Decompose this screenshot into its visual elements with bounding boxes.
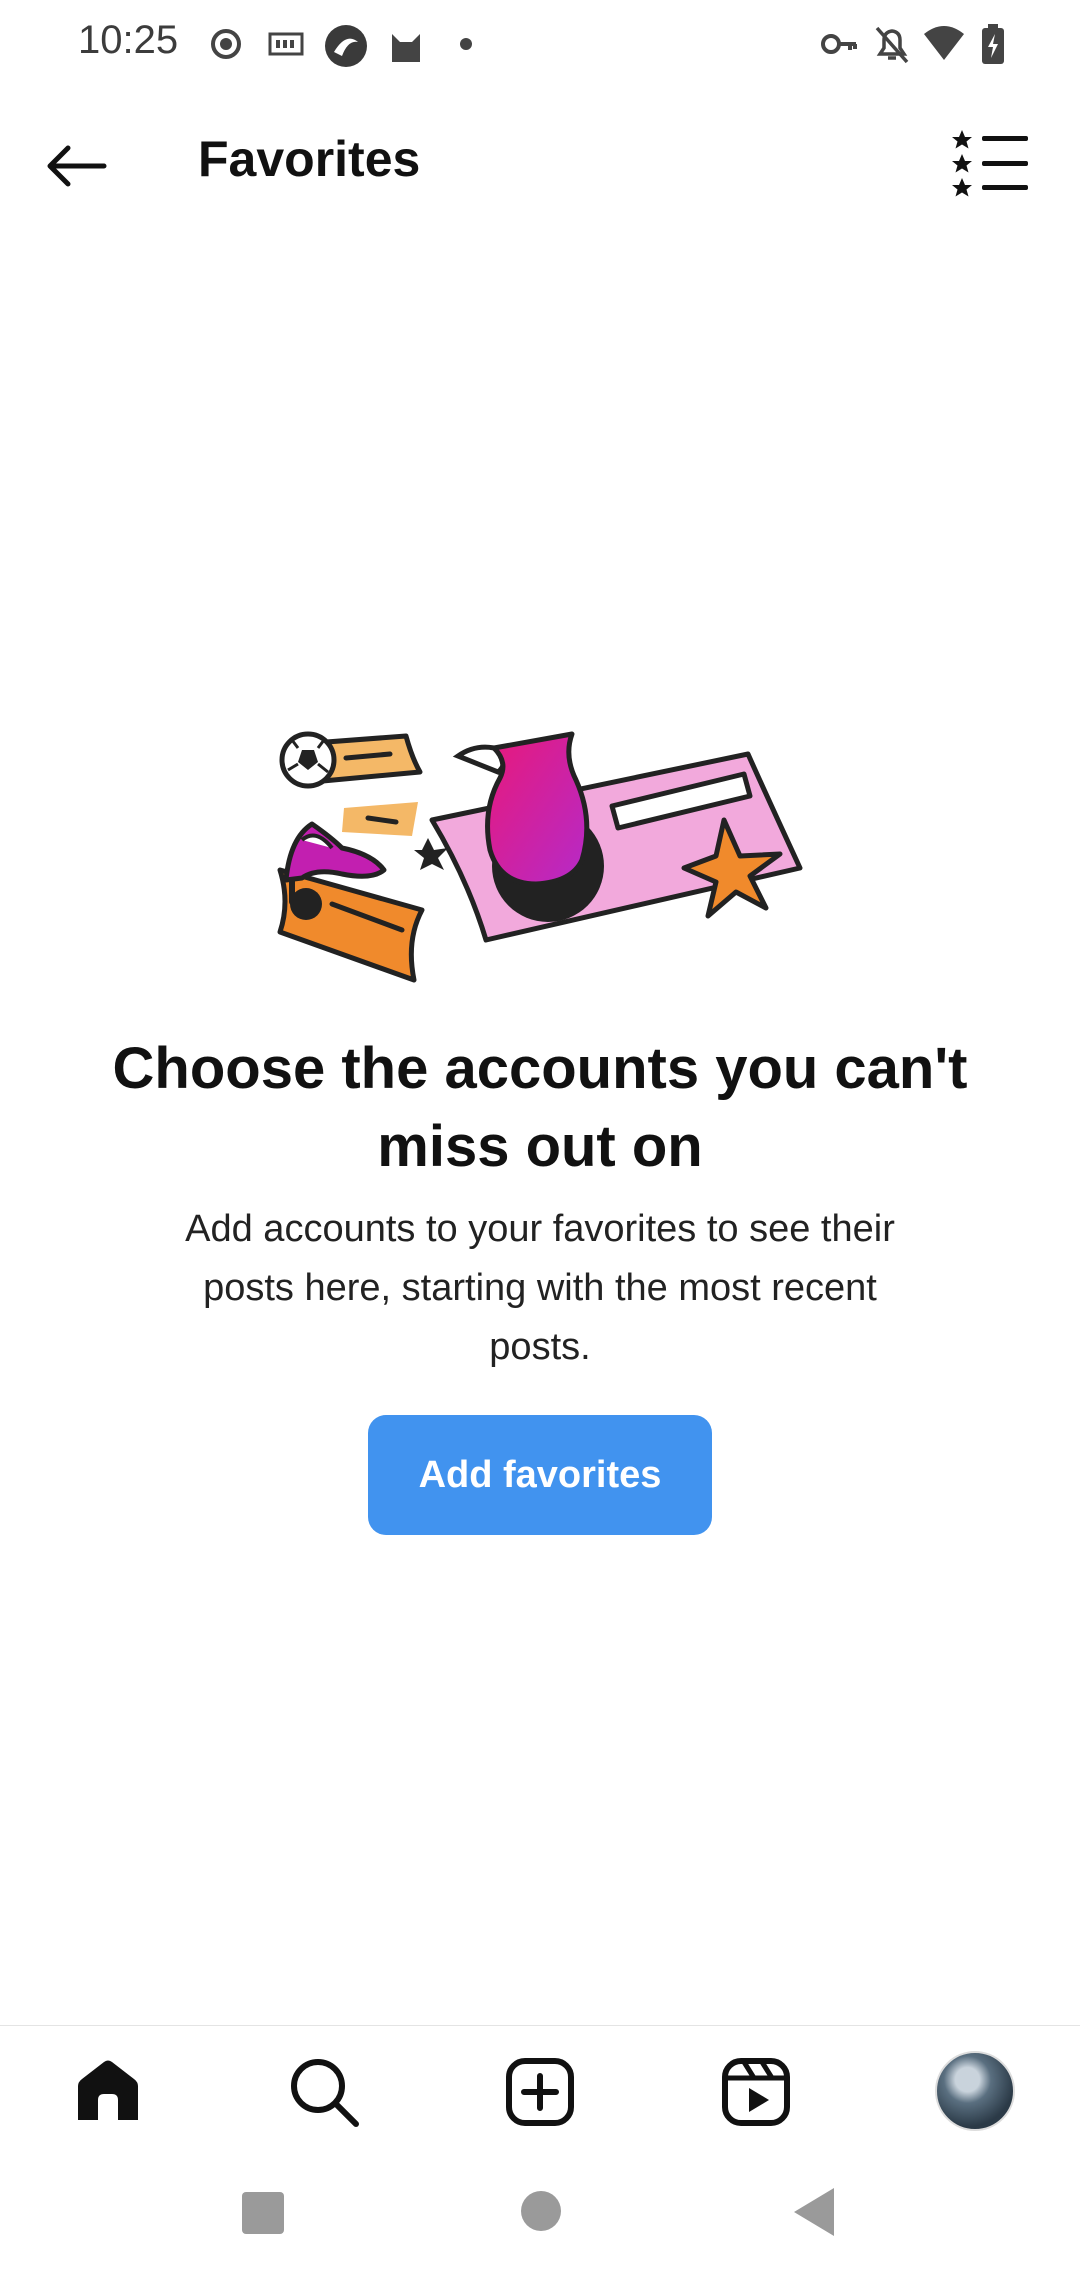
create-icon[interactable] (504, 2056, 576, 2128)
wifi-icon (924, 26, 964, 60)
search-icon[interactable] (288, 2056, 360, 2128)
favorites-illustration (277, 731, 803, 983)
iqiyi-icon (268, 32, 304, 56)
status-time: 10:25 (78, 18, 179, 62)
starred-list-icon[interactable] (952, 124, 1032, 204)
key-icon (821, 34, 857, 54)
back-arrow-icon[interactable] (40, 130, 112, 202)
recents-square-icon[interactable] (240, 2190, 286, 2236)
bottom-navigation (0, 2025, 1080, 2151)
record-icon (211, 29, 241, 59)
back-triangle-icon[interactable] (790, 2184, 838, 2240)
app-bar: Favorites (0, 100, 1080, 220)
bell-off-icon (875, 26, 909, 64)
system-navigation-bar (0, 2150, 1080, 2280)
empty-state-description: Add accounts to your favorites to see th… (185, 1208, 895, 1368)
home-icon[interactable] (72, 2056, 144, 2128)
reels-icon[interactable] (720, 2056, 792, 2128)
status-bar: 10:25 (0, 0, 1080, 90)
cat-icon (392, 34, 420, 62)
battery-charging-icon (982, 24, 1004, 64)
browser-icon (325, 25, 367, 67)
home-circle-icon[interactable] (518, 2188, 564, 2234)
page-title: Favorites (198, 131, 421, 187)
dot-icon (460, 38, 472, 50)
add-favorites-button[interactable]: Add favorites (368, 1415, 712, 1535)
profile-avatar[interactable] (935, 2051, 1015, 2131)
empty-state-headline: Choose the accounts you can't miss out o… (112, 1036, 968, 1179)
